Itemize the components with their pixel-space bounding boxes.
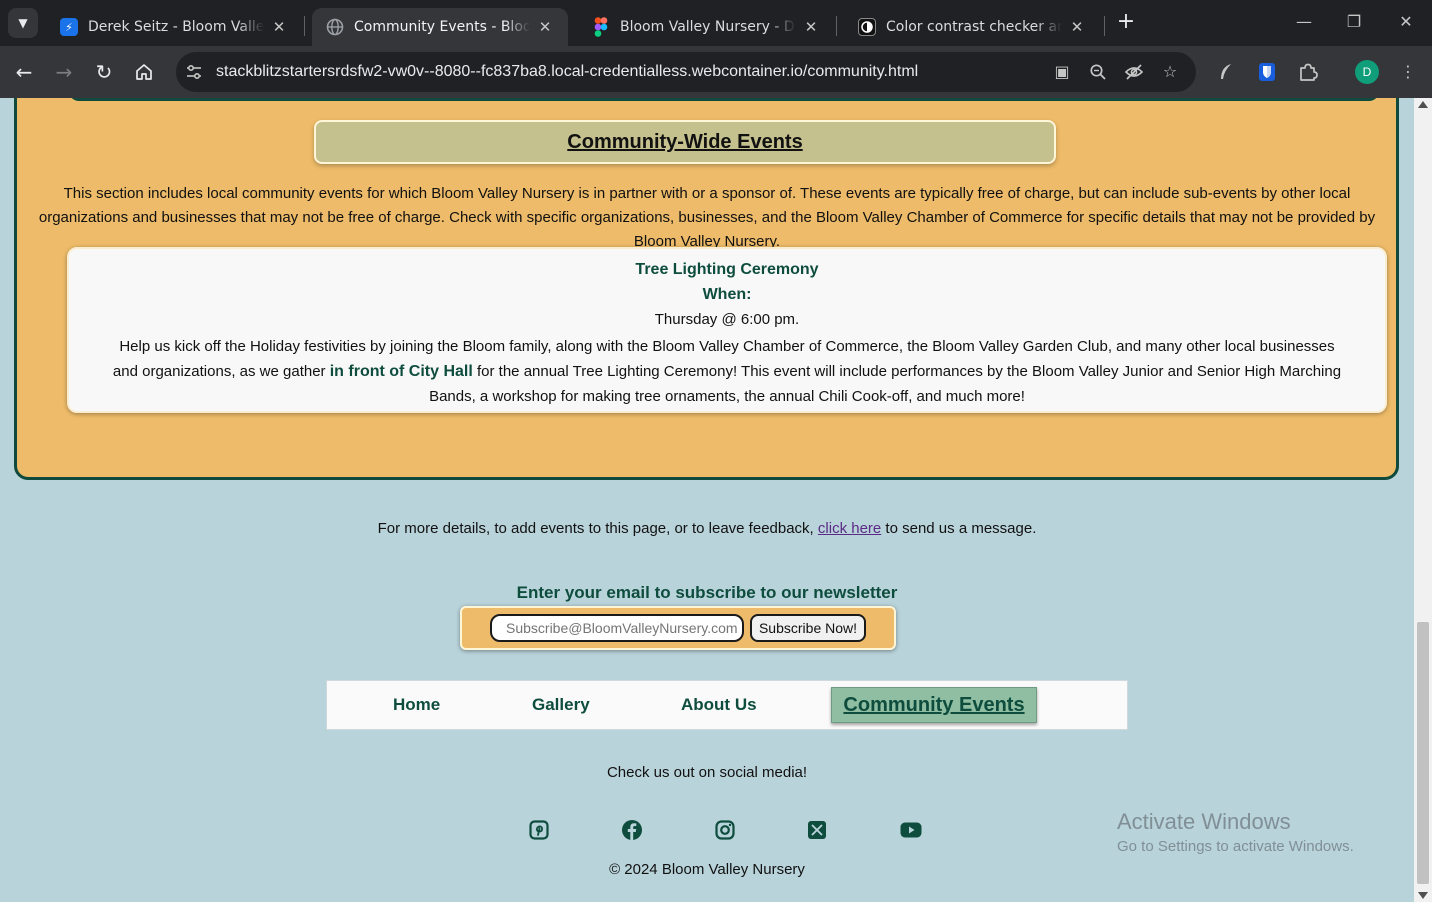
newsletter-form: Subscribe Now!: [460, 606, 896, 650]
site-info-icon[interactable]: [182, 60, 206, 84]
close-icon[interactable]: ✕: [270, 18, 288, 36]
event-description: Help us kick off the Holiday festivities…: [109, 334, 1345, 409]
email-field[interactable]: [490, 614, 744, 642]
nav-home-link[interactable]: Home: [393, 695, 440, 715]
page-scrollbar[interactable]: [1414, 98, 1432, 902]
facebook-icon[interactable]: [621, 819, 643, 841]
watermark-title: Activate Windows: [1117, 809, 1291, 834]
tab-separator: [304, 16, 305, 36]
page-viewport: Community-Wide Events This section inclu…: [0, 98, 1414, 902]
subscribe-button[interactable]: Subscribe Now!: [750, 614, 866, 642]
contrast-icon: [858, 18, 876, 36]
youtube-icon[interactable]: [900, 819, 922, 841]
pinterest-icon[interactable]: [528, 819, 550, 841]
reload-icon[interactable]: ↻: [88, 56, 120, 88]
close-icon[interactable]: ✕: [802, 18, 820, 36]
extensions-puzzle-icon[interactable]: [1294, 58, 1322, 86]
nav-gallery-link[interactable]: Gallery: [532, 695, 590, 715]
close-icon[interactable]: ✕: [536, 18, 554, 36]
home-icon[interactable]: [128, 56, 160, 88]
tab-separator: [836, 16, 837, 36]
event-title: Tree Lighting Ceremony: [635, 261, 819, 278]
tab-search-button[interactable]: ▼: [8, 8, 38, 38]
footer-nav: Home Gallery About Us Community Events: [326, 680, 1128, 730]
event-card: Tree Lighting Ceremony When: Thursday @ …: [67, 247, 1387, 413]
copyright-text: © 2024 Bloom Valley Nursery: [609, 861, 805, 878]
windows-activation-watermark: Activate Windows Go to Settings to activ…: [1117, 808, 1354, 858]
url-text[interactable]: stackblitzstartersrdsfw2-vw0v--8080--fc8…: [216, 63, 918, 81]
globe-icon: [326, 18, 344, 36]
translate-icon[interactable]: ▣: [1050, 60, 1074, 84]
tab-separator: [1104, 16, 1105, 36]
section-description: This section includes local community ev…: [38, 185, 1376, 250]
minimize-icon[interactable]: —: [1284, 8, 1324, 36]
tracking-protection-icon[interactable]: [1122, 60, 1146, 84]
close-icon[interactable]: ✕: [1068, 18, 1086, 36]
figma-icon: [592, 17, 610, 37]
scroll-down-icon[interactable]: [1418, 892, 1428, 899]
tab-title: Color contrast checker analyzer: [886, 19, 1062, 35]
tab-title: Derek Seitz - Bloom Valley Nurs: [88, 19, 264, 35]
forward-icon[interactable]: →: [48, 56, 80, 88]
more-details-tail: to send us a message.: [881, 520, 1037, 537]
more-details-lead: For more details, to add events to this …: [377, 520, 818, 537]
event-description-text: for the annual Tree Lighting Ceremony! T…: [429, 363, 1342, 405]
tab-title: Bloom Valley Nursery - Desktop: [620, 19, 796, 35]
restore-icon[interactable]: ❐: [1334, 8, 1374, 36]
watermark-subtitle: Go to Settings to activate Windows.: [1117, 838, 1354, 855]
tab-strip: ▼ ⚡ Derek Seitz - Bloom Valley Nurs ✕ Co…: [0, 0, 1432, 46]
extension-feather-icon[interactable]: [1212, 58, 1240, 86]
bookmark-star-icon[interactable]: ☆: [1158, 60, 1182, 84]
menu-kebab-icon[interactable]: ⋮: [1394, 58, 1422, 86]
back-icon[interactable]: ←: [8, 56, 40, 88]
tab-color-contrast[interactable]: Color contrast checker analyzer ✕: [844, 8, 1100, 46]
event-location: in front of City Hall: [329, 363, 473, 380]
new-tab-button[interactable]: +: [1112, 8, 1140, 38]
section-title: Community-Wide Events: [314, 120, 1056, 164]
window-close-icon[interactable]: ✕: [1386, 8, 1426, 36]
social-heading: Check us out on social media!: [606, 764, 808, 781]
tab-derek-seitz[interactable]: ⚡ Derek Seitz - Bloom Valley Nurs ✕: [46, 8, 302, 46]
scrollbar-thumb[interactable]: [1417, 622, 1429, 884]
address-bar[interactable]: stackblitzstartersrdsfw2-vw0v--8080--fc8…: [176, 52, 1196, 92]
newsletter-title: Enter your email to subscribe to our new…: [516, 583, 898, 602]
browser-toolbar: ← → ↻ stackblitzstartersrdsfw2-vw0v--808…: [0, 46, 1432, 98]
event-when-label: When:: [702, 286, 752, 303]
event-time: Thursday @ 6:00 pm.: [654, 311, 800, 328]
more-details-text: For more details, to add events to this …: [0, 520, 1414, 537]
nav-community-events-link[interactable]: Community Events: [831, 687, 1037, 723]
x-icon[interactable]: [806, 819, 828, 841]
tab-figma[interactable]: Bloom Valley Nursery - Desktop ✕: [578, 8, 834, 46]
bolt-icon: ⚡: [60, 18, 78, 36]
previous-card-edge: [69, 98, 1379, 101]
zoom-icon[interactable]: [1086, 60, 1110, 84]
contact-link[interactable]: click here: [818, 520, 881, 537]
nav-about-link[interactable]: About Us: [681, 695, 757, 715]
tab-community-events[interactable]: Community Events - Bloom Valley ✕: [312, 8, 568, 46]
instagram-icon[interactable]: [714, 819, 736, 841]
profile-avatar[interactable]: D: [1355, 60, 1379, 84]
bitwarden-shield-icon[interactable]: [1253, 58, 1281, 86]
tab-title: Community Events - Bloom Valley: [354, 19, 530, 35]
scroll-up-icon[interactable]: [1418, 101, 1428, 108]
